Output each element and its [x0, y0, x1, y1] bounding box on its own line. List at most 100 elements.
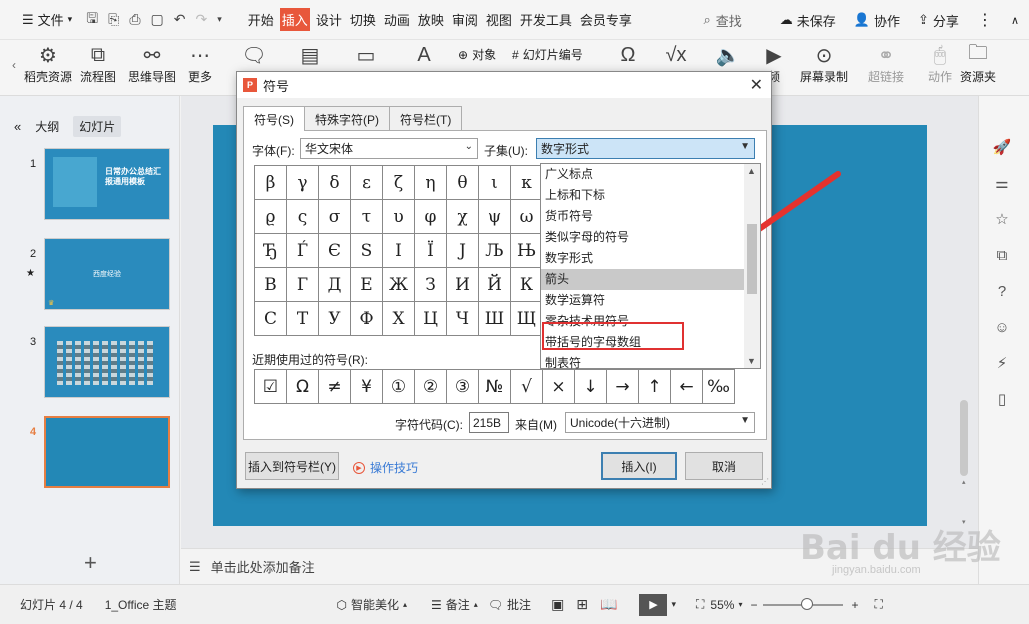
- dialog-titlebar[interactable]: P 符号: [237, 72, 771, 98]
- symbol-cell[interactable]: ψ: [479, 200, 511, 234]
- cancel-button[interactable]: 取消: [685, 452, 763, 480]
- mindmap-button[interactable]: ⚯ 思维导图: [128, 42, 176, 85]
- subset-option[interactable]: 数学运算符: [541, 290, 760, 311]
- recent-symbol-cell[interactable]: Ω: [287, 370, 319, 404]
- export-icon[interactable]: ⎘: [108, 11, 119, 28]
- tab-special-chars[interactable]: 特殊字符(P): [304, 106, 390, 132]
- subset-select[interactable]: 数字形式 ▼: [536, 138, 755, 159]
- normal-view-icon[interactable]: ▣: [551, 596, 564, 613]
- symbol-cell[interactable]: І: [383, 234, 415, 268]
- chevron-down-icon[interactable]: ▾: [738, 600, 742, 609]
- symbol-cell[interactable]: Ч: [447, 302, 479, 336]
- notes-toggle-button[interactable]: ☰ 备注 ▴: [431, 596, 478, 613]
- collapse-ribbon-icon[interactable]: ∧: [1011, 14, 1019, 27]
- rocket-icon[interactable]: 🚀: [991, 136, 1013, 158]
- symbol-cell[interactable]: ϱ: [255, 200, 287, 234]
- fit-icon[interactable]: ⛶: [696, 597, 704, 612]
- symbol-cell[interactable]: υ: [383, 200, 415, 234]
- scrollbar-thumb[interactable]: [747, 224, 757, 294]
- tab-symbol-bar[interactable]: 符号栏(T): [389, 106, 463, 132]
- subset-option[interactable]: 货币符号: [541, 206, 760, 227]
- recent-symbol-cell[interactable]: ②: [415, 370, 447, 404]
- undo-icon[interactable]: ↶: [174, 11, 186, 28]
- symbol-cell[interactable]: Ї: [415, 234, 447, 268]
- sliders-icon[interactable]: ⚌: [991, 172, 1013, 194]
- symbol-cell[interactable]: С: [255, 302, 287, 336]
- rice-resources-button[interactable]: ⚙ 稻壳资源: [24, 42, 72, 85]
- symbol-cell[interactable]: Ѕ: [351, 234, 383, 268]
- char-code-input[interactable]: 215B: [469, 412, 509, 433]
- from-select[interactable]: Unicode(十六进制) ▼: [565, 412, 755, 433]
- close-icon[interactable]: ✕: [750, 75, 763, 95]
- symbol-cell[interactable]: И: [447, 268, 479, 302]
- symbol-cell[interactable]: Щ: [511, 302, 543, 336]
- chevron-down-icon[interactable]: ▾: [217, 14, 222, 25]
- zoom-slider-knob[interactable]: [801, 597, 814, 610]
- symbol-cell[interactable]: χ: [447, 200, 479, 234]
- subset-option[interactable]: 箭头: [541, 269, 760, 290]
- symbol-cell[interactable]: Ђ: [255, 234, 287, 268]
- tab-home[interactable]: 开始: [246, 8, 276, 31]
- object-button[interactable]: ⊕ 对象: [458, 46, 496, 63]
- symbol-cell[interactable]: В: [255, 268, 287, 302]
- hyperlink-button[interactable]: ⚭ 超链接: [868, 42, 904, 85]
- symbol-cell[interactable]: Д: [319, 268, 351, 302]
- symbol-cell[interactable]: Ц: [415, 302, 447, 336]
- recent-symbol-cell[interactable]: ↓: [575, 370, 607, 404]
- tab-member[interactable]: 会员专享: [578, 8, 634, 31]
- symbol-cell[interactable]: β: [255, 166, 287, 200]
- star-outline-icon[interactable]: ☆: [991, 208, 1013, 230]
- wordart-button[interactable]: A: [410, 42, 438, 68]
- tab-developer[interactable]: 开发工具: [518, 8, 574, 31]
- recent-symbol-cell[interactable]: √: [511, 370, 543, 404]
- add-slide-button[interactable]: +: [84, 550, 97, 576]
- screen-record-button[interactable]: ⊙ 屏幕录制: [800, 42, 848, 85]
- zoom-level[interactable]: 55%: [710, 598, 734, 612]
- scroll-up-icon[interactable]: ▴: [962, 478, 966, 486]
- symbol-cell[interactable]: Љ: [479, 234, 511, 268]
- fullscreen-icon[interactable]: ⛶: [874, 597, 882, 612]
- symbol-cell[interactable]: Т: [287, 302, 319, 336]
- symbol-cell[interactable]: Ф: [351, 302, 383, 336]
- symbol-cell[interactable]: δ: [319, 166, 351, 200]
- symbol-cell[interactable]: ι: [479, 166, 511, 200]
- comment-button[interactable]: 🗨 批注: [488, 596, 531, 613]
- slide-thumbnail-2[interactable]: 西度经验 ♛: [44, 238, 170, 310]
- insert-to-bar-button[interactable]: 插入到符号栏(Y): [245, 452, 339, 480]
- symbol-cell[interactable]: ω: [511, 200, 543, 234]
- more-icon[interactable]: ⋮: [977, 10, 993, 30]
- zoom-slider[interactable]: [763, 597, 844, 610]
- symbol-cell[interactable]: σ: [319, 200, 351, 234]
- tab-symbols[interactable]: 符号(S): [243, 106, 305, 131]
- collab-button[interactable]: 👤 协作: [854, 11, 900, 30]
- insert-button[interactable]: 插入(I): [601, 452, 677, 480]
- more-button[interactable]: ⋯ 更多: [186, 42, 214, 85]
- action-button[interactable]: 🖱 动作: [926, 42, 954, 85]
- recent-symbol-cell[interactable]: ☑: [255, 370, 287, 404]
- tab-animation[interactable]: 动画: [382, 8, 412, 31]
- lightbulb-icon[interactable]: ⚡: [991, 352, 1013, 374]
- slide-thumbnail-4[interactable]: [44, 416, 170, 488]
- sorter-view-icon[interactable]: ⊞: [576, 596, 588, 613]
- zoom-out-icon[interactable]: −: [750, 598, 757, 612]
- file-menu[interactable]: ☰ 文件 ▾: [22, 10, 72, 29]
- ribbon-scroll-left-icon[interactable]: ‹: [12, 58, 16, 72]
- scroll-up-icon[interactable]: ▲: [747, 166, 756, 176]
- recent-symbol-cell[interactable]: ×: [543, 370, 575, 404]
- symbol-cell[interactable]: З: [415, 268, 447, 302]
- layers-icon[interactable]: ⧉: [991, 244, 1013, 266]
- book-icon[interactable]: ▯: [991, 388, 1013, 410]
- tips-link[interactable]: ▶ 操作技巧: [353, 459, 418, 476]
- scroll-down-icon[interactable]: ▼: [747, 356, 756, 366]
- redo-icon[interactable]: ↷: [196, 11, 208, 28]
- subset-option[interactable]: 上标和下标: [541, 185, 760, 206]
- chevron-down-icon[interactable]: ▾: [671, 599, 676, 610]
- tab-transition[interactable]: 切换: [348, 8, 378, 31]
- play-button[interactable]: ▶: [639, 593, 668, 616]
- flowchart-button[interactable]: ⧉ 流程图: [80, 42, 116, 85]
- tab-slides[interactable]: 幻灯片: [73, 116, 122, 137]
- symbol-cell[interactable]: Ѓ: [287, 234, 319, 268]
- symbol-cell[interactable]: η: [415, 166, 447, 200]
- recent-symbol-cell[interactable]: ←: [671, 370, 703, 404]
- symbol-cell[interactable]: κ: [511, 166, 543, 200]
